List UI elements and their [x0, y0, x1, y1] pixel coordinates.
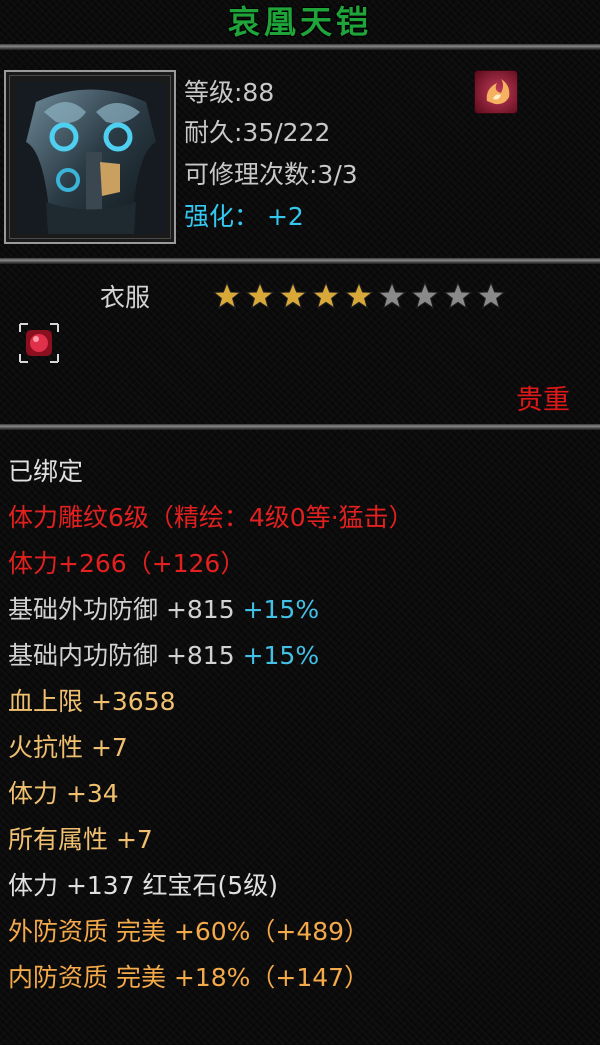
- stat-line: 内防资质 完美 +18%（+147）: [8, 958, 369, 998]
- armor-icon: [16, 82, 166, 234]
- stat-line: 基础内功防御 +815 +15%: [8, 636, 319, 676]
- stat-line: 基础外功防御 +815 +15%: [8, 590, 319, 630]
- star-empty-icon: [443, 281, 473, 309]
- stat-text: 体力 +34: [8, 779, 119, 808]
- divider: [0, 424, 600, 430]
- rarity-label: 贵重: [516, 385, 570, 416]
- divider: [0, 44, 600, 50]
- star-filled-icon: [278, 281, 308, 309]
- enhance-label: 强化：: [184, 202, 260, 231]
- star-empty-icon: [410, 281, 440, 309]
- item-level: 等级:88: [184, 78, 275, 107]
- item-image-frame: [4, 70, 176, 244]
- stat-line: 体力雕纹6级（精绘：4级0等·猛击）: [8, 498, 414, 538]
- stat-line: 外防资质 完美 +60%（+489）: [8, 912, 369, 952]
- star-rating: [212, 281, 506, 311]
- stat-line: 所有属性 +7: [8, 820, 153, 860]
- stat-text: +15%: [242, 641, 320, 670]
- item-repairs: 可修理次数:3/3: [184, 160, 358, 189]
- star-filled-icon: [212, 281, 242, 309]
- stat-text: 基础外功防御 +815: [8, 595, 243, 624]
- stat-text: 内防资质 完美 +18%（+147）: [8, 963, 370, 992]
- star-filled-icon: [311, 281, 341, 309]
- ruby-gem-icon[interactable]: [18, 322, 60, 364]
- star-filled-icon: [344, 281, 374, 309]
- stat-text: 所有属性 +7: [8, 825, 153, 854]
- stat-line: 体力 +34: [8, 774, 119, 814]
- stat-text: +15%: [242, 595, 320, 624]
- item-type: 衣服: [100, 283, 151, 312]
- star-empty-icon: [476, 281, 506, 309]
- star-filled-icon: [245, 281, 275, 309]
- stat-line: 体力 +137 红宝石(5级): [8, 866, 278, 906]
- stat-line: 已绑定: [8, 452, 83, 492]
- stat-text: 体力雕纹6级（精绘：4级0等·猛击）: [8, 503, 414, 532]
- stat-text: 已绑定: [8, 457, 84, 486]
- enhance-value: +2: [266, 202, 304, 231]
- stat-text: 血上限 +3658: [8, 687, 176, 716]
- stat-text: 火抗性 +7: [8, 733, 128, 762]
- star-empty-icon: [377, 281, 407, 309]
- stat-text: 基础内功防御 +815: [8, 641, 243, 670]
- item-durability: 耐久:35/222: [184, 118, 331, 147]
- stat-line: 血上限 +3658: [8, 682, 176, 722]
- fire-skill-icon[interactable]: [474, 70, 518, 114]
- stat-text: 体力 +137 红宝石(5级): [8, 871, 278, 900]
- stat-text: 外防资质 完美 +60%（+489）: [8, 917, 370, 946]
- stat-line: 体力+266（+126）: [8, 544, 245, 584]
- item-name: 哀凰天铠: [227, 3, 372, 41]
- item-enhance: 强化： +2: [184, 200, 304, 234]
- divider: [0, 258, 600, 264]
- stat-text: 体力+266（+126）: [8, 549, 246, 578]
- stat-line: 火抗性 +7: [8, 728, 128, 768]
